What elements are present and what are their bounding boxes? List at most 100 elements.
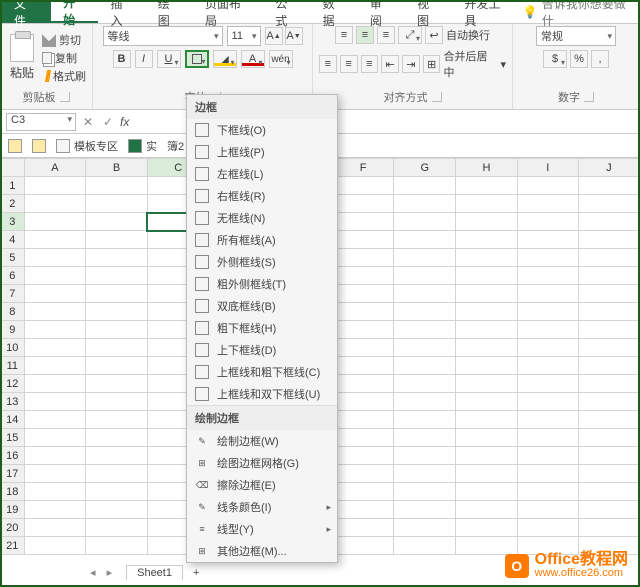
cell[interactable]	[456, 519, 518, 537]
row-header[interactable]: 2	[1, 195, 25, 213]
cell[interactable]	[24, 267, 86, 285]
increase-indent-button[interactable]: ⇥	[402, 55, 420, 73]
cell[interactable]	[332, 375, 393, 393]
cell[interactable]	[394, 339, 456, 357]
cell[interactable]	[24, 429, 86, 447]
cell[interactable]	[517, 501, 578, 519]
cell[interactable]	[517, 357, 578, 375]
cell[interactable]	[24, 501, 86, 519]
cell[interactable]	[394, 195, 456, 213]
number-format-combo[interactable]: 常规	[536, 26, 616, 46]
cell[interactable]	[578, 447, 639, 465]
cell[interactable]	[394, 465, 456, 483]
row-header[interactable]: 15	[1, 429, 25, 447]
cell[interactable]	[86, 483, 148, 501]
cell[interactable]	[332, 537, 393, 555]
cell[interactable]	[394, 393, 456, 411]
cell[interactable]	[517, 375, 578, 393]
align-bottom-button[interactable]: ≡	[377, 26, 395, 44]
cell[interactable]	[394, 285, 456, 303]
cell[interactable]	[578, 375, 639, 393]
cell[interactable]	[394, 249, 456, 267]
italic-button[interactable]: I	[135, 50, 153, 68]
tab-view[interactable]: 视图	[405, 0, 452, 23]
cell[interactable]	[456, 483, 518, 501]
cell[interactable]	[24, 483, 86, 501]
cell[interactable]	[456, 321, 518, 339]
cell[interactable]	[332, 213, 393, 231]
cell[interactable]	[394, 231, 456, 249]
cell[interactable]	[517, 465, 578, 483]
enter-button[interactable]: ✓	[100, 115, 116, 129]
format-painter-button[interactable]: 格式刷	[42, 68, 86, 84]
row-header[interactable]: 9	[1, 321, 25, 339]
cell[interactable]	[86, 213, 148, 231]
template-tab[interactable]: 模板专区	[56, 138, 118, 154]
cell[interactable]	[332, 429, 393, 447]
cell[interactable]	[578, 213, 639, 231]
cell[interactable]	[456, 465, 518, 483]
cancel-button[interactable]: ✕	[80, 115, 96, 129]
cell[interactable]	[394, 177, 456, 195]
cell[interactable]	[86, 447, 148, 465]
cell[interactable]	[456, 339, 518, 357]
cell[interactable]	[456, 249, 518, 267]
phonetic-button[interactable]: wén	[269, 50, 293, 68]
font-size-combo[interactable]: 11	[227, 26, 261, 46]
row-header[interactable]: 17	[1, 465, 25, 483]
paste-button[interactable]: 粘贴	[6, 34, 38, 81]
tab-developer[interactable]: 开发工具	[452, 0, 522, 23]
cell[interactable]	[86, 249, 148, 267]
decrease-font-button[interactable]: A▼	[285, 27, 303, 45]
decrease-indent-button[interactable]: ⇤	[381, 55, 399, 73]
row-header[interactable]: 12	[1, 375, 25, 393]
align-left-button[interactable]: ≡	[319, 55, 337, 73]
menu-item-thickbottom[interactable]: 粗下框线(H)	[187, 317, 337, 339]
cell[interactable]	[578, 501, 639, 519]
cell[interactable]	[332, 411, 393, 429]
cell[interactable]	[394, 321, 456, 339]
row-header[interactable]: 4	[1, 231, 25, 249]
tab-insert[interactable]: 插入	[98, 0, 145, 23]
cell[interactable]	[456, 267, 518, 285]
row-header[interactable]: 16	[1, 447, 25, 465]
font-color-button[interactable]: A	[241, 50, 265, 68]
cell[interactable]	[24, 375, 86, 393]
column-header[interactable]: A	[24, 159, 86, 177]
cell[interactable]	[86, 519, 148, 537]
cell[interactable]	[517, 249, 578, 267]
menu-item-more[interactable]: ⊞其他边框(M)...	[187, 540, 337, 562]
cut-button[interactable]: 剪切	[42, 32, 86, 48]
name-box[interactable]: C3	[6, 113, 76, 131]
tab-data[interactable]: 数据	[311, 0, 358, 23]
cell[interactable]	[86, 375, 148, 393]
cell[interactable]	[394, 267, 456, 285]
underline-button[interactable]: U	[157, 50, 181, 68]
row-header[interactable]: 10	[1, 339, 25, 357]
increase-font-button[interactable]: A▲	[265, 27, 283, 45]
cell[interactable]	[578, 303, 639, 321]
tell-me[interactable]: 💡 告诉我你想要做什	[523, 0, 640, 23]
cell[interactable]	[24, 249, 86, 267]
cell[interactable]	[456, 357, 518, 375]
cell[interactable]	[24, 231, 86, 249]
fill-color-button[interactable]: ◢	[213, 50, 237, 68]
cell[interactable]	[332, 249, 393, 267]
cell[interactable]	[24, 213, 86, 231]
cell[interactable]	[24, 177, 86, 195]
align-middle-button[interactable]: ≡	[356, 26, 374, 44]
menu-item-thick[interactable]: 粗外侧框线(T)	[187, 273, 337, 295]
cell[interactable]	[517, 321, 578, 339]
cell[interactable]	[86, 357, 148, 375]
cell[interactable]	[86, 429, 148, 447]
cell[interactable]	[332, 231, 393, 249]
row-header[interactable]: 11	[1, 357, 25, 375]
cell[interactable]	[517, 519, 578, 537]
cell[interactable]	[394, 537, 456, 555]
merge-center-button[interactable]: ⊞合并后居中▾	[423, 48, 506, 80]
cell[interactable]	[456, 213, 518, 231]
cell[interactable]	[24, 537, 86, 555]
workbook-tab-active[interactable]: 实	[128, 138, 157, 154]
menu-item-grid[interactable]: ⊞绘图边框网格(G)	[187, 452, 337, 474]
cell[interactable]	[517, 483, 578, 501]
